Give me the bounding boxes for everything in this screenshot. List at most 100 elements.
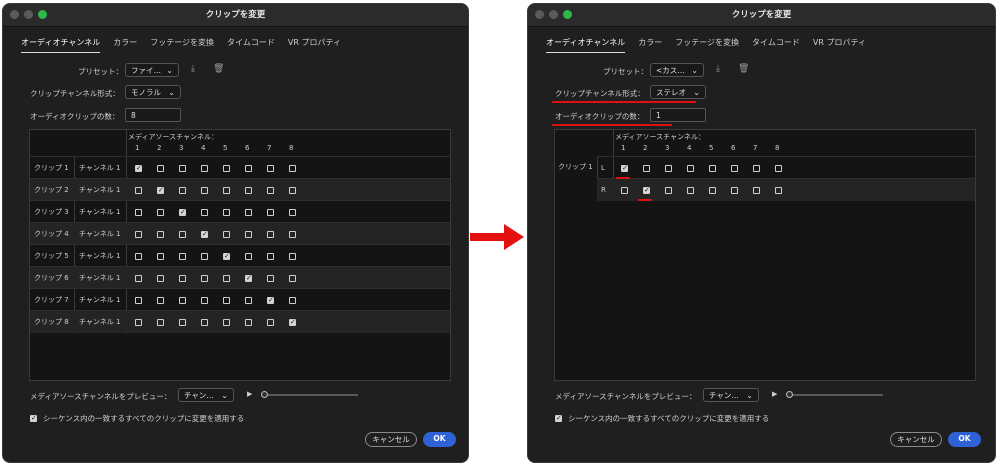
preset-dropdown[interactable]: <カス… ⌄ xyxy=(650,63,704,77)
play-icon[interactable]: ▶ xyxy=(772,390,777,398)
channel-checkbox[interactable] xyxy=(267,297,274,304)
channel-checkbox[interactable] xyxy=(223,165,230,172)
tab-timecode[interactable]: タイムコード xyxy=(227,37,275,53)
channel-checkbox[interactable] xyxy=(135,253,142,260)
save-preset-icon[interactable]: ⤓ xyxy=(191,64,195,74)
channel-checkbox[interactable] xyxy=(289,187,296,194)
apply-checkbox[interactable] xyxy=(555,415,562,422)
channel-checkbox[interactable] xyxy=(245,319,252,326)
channel-checkbox[interactable] xyxy=(245,209,252,216)
channel-checkbox[interactable] xyxy=(289,275,296,282)
channel-checkbox[interactable] xyxy=(245,231,252,238)
channel-checkbox[interactable] xyxy=(135,231,142,238)
channel-checkbox[interactable] xyxy=(223,275,230,282)
channel-checkbox[interactable] xyxy=(201,231,208,238)
channel-checkbox[interactable] xyxy=(621,165,628,172)
channel-checkbox[interactable] xyxy=(179,319,186,326)
channel-checkbox[interactable] xyxy=(201,165,208,172)
channel-checkbox[interactable] xyxy=(289,209,296,216)
channel-checkbox[interactable] xyxy=(775,187,782,194)
channel-checkbox[interactable] xyxy=(223,319,230,326)
channel-checkbox[interactable] xyxy=(267,275,274,282)
channel-checkbox[interactable] xyxy=(179,275,186,282)
clip-count-field[interactable]: 1 xyxy=(650,108,706,122)
save-preset-icon[interactable]: ⤓ xyxy=(716,64,720,74)
channel-checkbox[interactable] xyxy=(135,319,142,326)
slider-handle[interactable] xyxy=(261,391,268,398)
apply-checkbox[interactable] xyxy=(30,415,37,422)
channel-checkbox[interactable] xyxy=(135,297,142,304)
tab-timecode[interactable]: タイムコード xyxy=(752,37,800,53)
cancel-button[interactable]: キャンセル xyxy=(890,432,942,447)
tab-color[interactable]: カラー xyxy=(638,37,662,53)
channel-checkbox[interactable] xyxy=(201,319,208,326)
channel-checkbox[interactable] xyxy=(245,297,252,304)
channel-checkbox[interactable] xyxy=(665,165,672,172)
channel-checkbox[interactable] xyxy=(179,297,186,304)
close-light-icon[interactable] xyxy=(10,10,19,19)
channel-checkbox[interactable] xyxy=(223,231,230,238)
channel-checkbox[interactable] xyxy=(201,297,208,304)
channel-checkbox[interactable] xyxy=(223,253,230,260)
channel-checkbox[interactable] xyxy=(753,165,760,172)
preview-slider[interactable] xyxy=(787,394,883,396)
channel-checkbox[interactable] xyxy=(643,187,650,194)
channel-checkbox[interactable] xyxy=(157,209,164,216)
clip-count-field[interactable]: 8 xyxy=(125,108,181,122)
close-light-icon[interactable] xyxy=(535,10,544,19)
channel-checkbox[interactable] xyxy=(245,275,252,282)
channel-checkbox[interactable] xyxy=(245,253,252,260)
slider-handle[interactable] xyxy=(786,391,793,398)
channel-checkbox[interactable] xyxy=(267,209,274,216)
ok-button[interactable]: OK xyxy=(948,432,981,447)
channel-checkbox[interactable] xyxy=(289,231,296,238)
channel-checkbox[interactable] xyxy=(179,187,186,194)
tab-vr-properties[interactable]: VR プロパティ xyxy=(813,37,866,53)
preview-slider[interactable] xyxy=(262,394,358,396)
ok-button[interactable]: OK xyxy=(423,432,456,447)
channel-checkbox[interactable] xyxy=(157,231,164,238)
channel-checkbox[interactable] xyxy=(267,253,274,260)
channel-checkbox[interactable] xyxy=(157,187,164,194)
channel-checkbox[interactable] xyxy=(157,319,164,326)
channel-checkbox[interactable] xyxy=(731,165,738,172)
channel-checkbox[interactable] xyxy=(245,165,252,172)
channel-checkbox[interactable] xyxy=(289,297,296,304)
channel-checkbox[interactable] xyxy=(135,165,142,172)
channel-checkbox[interactable] xyxy=(135,209,142,216)
delete-preset-icon[interactable]: 🗑 xyxy=(213,64,224,74)
channel-checkbox[interactable] xyxy=(179,231,186,238)
minimize-light-icon[interactable] xyxy=(549,10,558,19)
channel-checkbox[interactable] xyxy=(289,165,296,172)
channel-checkbox[interactable] xyxy=(201,275,208,282)
channel-checkbox[interactable] xyxy=(201,253,208,260)
channel-checkbox[interactable] xyxy=(157,253,164,260)
channel-checkbox[interactable] xyxy=(709,165,716,172)
channel-checkbox[interactable] xyxy=(223,297,230,304)
tab-audio-channels[interactable]: オーディオチャンネル xyxy=(21,37,101,53)
channel-checkbox[interactable] xyxy=(267,187,274,194)
tab-color[interactable]: カラー xyxy=(113,37,137,53)
tab-audio-channels[interactable]: オーディオチャンネル xyxy=(546,37,626,53)
tab-interpret-footage[interactable]: フッテージを変換 xyxy=(675,37,739,53)
delete-preset-icon[interactable]: 🗑 xyxy=(738,64,749,74)
channel-format-dropdown[interactable]: ステレオ ⌄ xyxy=(650,85,706,99)
preset-dropdown[interactable]: ファイ… ⌄ xyxy=(125,63,179,77)
channel-checkbox[interactable] xyxy=(643,165,650,172)
channel-checkbox[interactable] xyxy=(289,319,296,326)
channel-checkbox[interactable] xyxy=(687,187,694,194)
zoom-light-icon[interactable] xyxy=(38,10,47,19)
channel-checkbox[interactable] xyxy=(135,187,142,194)
channel-format-dropdown[interactable]: モノラル ⌄ xyxy=(125,85,181,99)
channel-checkbox[interactable] xyxy=(135,275,142,282)
channel-checkbox[interactable] xyxy=(179,253,186,260)
channel-checkbox[interactable] xyxy=(245,187,252,194)
channel-checkbox[interactable] xyxy=(731,187,738,194)
channel-checkbox[interactable] xyxy=(157,297,164,304)
channel-checkbox[interactable] xyxy=(157,275,164,282)
channel-checkbox[interactable] xyxy=(267,319,274,326)
play-icon[interactable]: ▶ xyxy=(247,390,252,398)
channel-checkbox[interactable] xyxy=(687,165,694,172)
channel-checkbox[interactable] xyxy=(709,187,716,194)
channel-checkbox[interactable] xyxy=(179,209,186,216)
